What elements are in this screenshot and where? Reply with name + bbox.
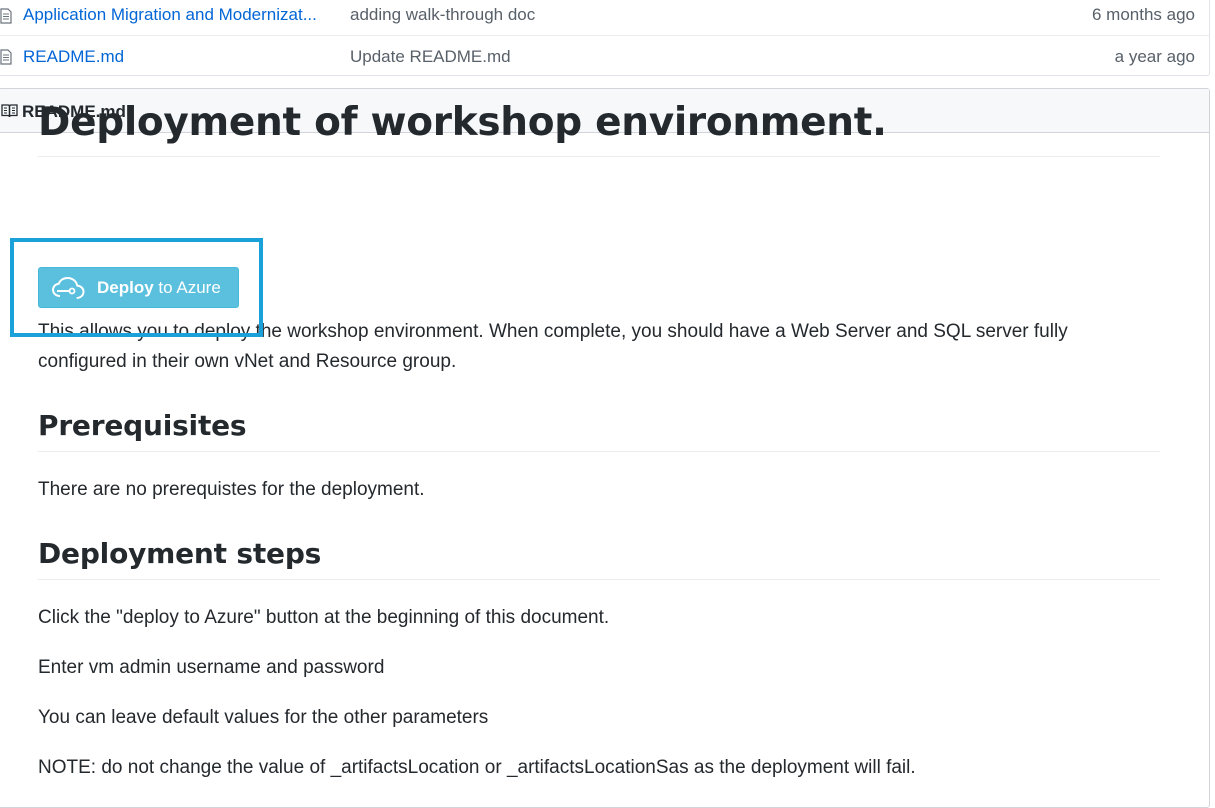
intro-paragraph: This allows you to deploy the workshop e… [38,321,1068,372]
step-paragraph: Enter vm admin username and password [38,657,385,678]
file-icon [0,49,12,65]
file-row[interactable]: Application Migration and Modernizat... … [0,0,1209,36]
deploy-to-azure-button[interactable]: Deploy to Azure [38,267,239,308]
file-icon [0,8,12,24]
deploy-button-label: Deploy to Azure [97,278,221,297]
book-icon [1,104,18,118]
prerequisites-text: There are no prerequistes for the deploy… [38,479,425,500]
commit-message-link[interactable]: adding walk-through doc [350,5,535,25]
file-row[interactable]: README.md Update README.md a year ago [0,36,1209,77]
file-list: Application Migration and Modernizat... … [0,0,1210,76]
step-paragraph: Click the "deploy to Azure" button at th… [38,607,610,628]
page-title: Deployment of workshop environment. [38,98,1160,157]
note-paragraph: NOTE: do not change the value of _artifa… [38,757,916,778]
commit-message-link[interactable]: Update README.md [350,47,511,67]
step-paragraph: You can leave default values for the oth… [38,707,489,728]
commit-age: 6 months ago [1091,5,1195,24]
file-name-link[interactable]: README.md [23,47,343,67]
azure-cloud-icon [51,276,85,299]
deployment-steps-heading: Deployment steps [38,535,1160,580]
prerequisites-heading: Prerequisites [38,407,1160,452]
file-name-link[interactable]: Application Migration and Modernizat... [23,5,343,25]
commit-age: a year ago [1114,46,1195,66]
